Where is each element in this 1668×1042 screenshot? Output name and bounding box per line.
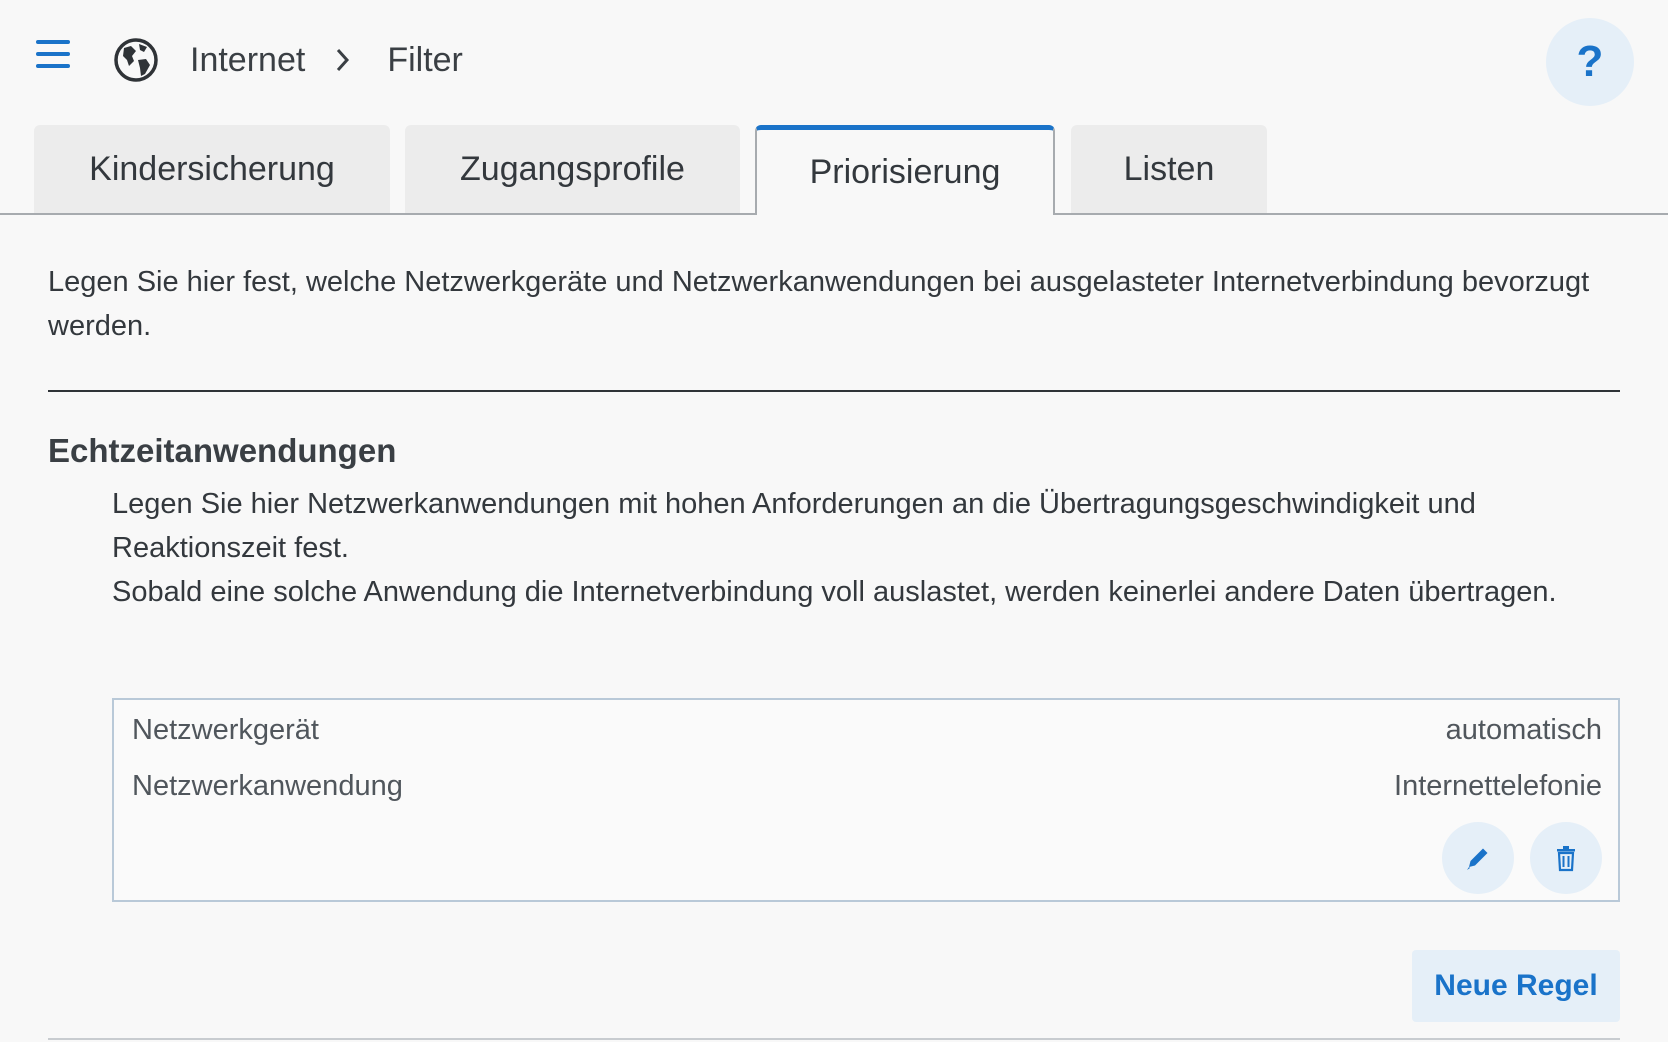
breadcrumb-item-filter: Filter <box>387 40 463 79</box>
pencil-icon <box>1467 848 1488 870</box>
page: Internet Filter ? Kindersicherung Zugang… <box>0 0 1668 1042</box>
tab-listen[interactable]: Listen <box>1071 125 1267 213</box>
rule-card: Netzwerkgerät automatisch Netzwerkanwend… <box>112 698 1620 902</box>
breadcrumb-item-internet[interactable]: Internet <box>190 41 305 80</box>
section-title: Echtzeitanwendungen <box>48 432 397 469</box>
intro-text: Legen Sie hier fest, welche Netzwerkgerä… <box>48 266 1590 342</box>
tab-bar: Kindersicherung Zugangsprofile Priorisie… <box>0 125 1668 215</box>
rule-row-label: Netzwerkgerät <box>132 713 319 746</box>
tab-zugangsprofile[interactable]: Zugangsprofile <box>405 125 740 213</box>
section-description-line: Legen Sie hier Netzwerkanwendungen mit h… <box>112 488 1476 564</box>
edit-button[interactable] <box>1442 822 1514 894</box>
section-description: Legen Sie hier Netzwerkanwendungen mit h… <box>112 482 1642 614</box>
globe-icon <box>114 38 158 82</box>
tab-kindersicherung[interactable]: Kindersicherung <box>34 125 390 213</box>
section-description-line: Sobald eine solche Anwendung die Interne… <box>112 576 1557 608</box>
new-rule-button[interactable]: Neue Regel <box>1412 950 1620 1022</box>
tab-priorisierung[interactable]: Priorisierung <box>755 125 1055 215</box>
help-button[interactable]: ? <box>1546 18 1634 106</box>
menu-icon[interactable] <box>36 40 72 70</box>
rule-row-application: Netzwerkanwendung Internettelefonie <box>132 766 1602 806</box>
chevron-right-icon <box>333 38 357 82</box>
rule-row-value: Internettelefonie <box>1394 769 1602 802</box>
trash-icon <box>1557 846 1575 872</box>
rule-row-device: Netzwerkgerät automatisch <box>132 710 1602 750</box>
delete-button[interactable] <box>1530 822 1602 894</box>
divider <box>48 390 1620 392</box>
rule-row-value: automatisch <box>1445 713 1602 746</box>
divider <box>48 1038 1620 1040</box>
rule-row-label: Netzwerkanwendung <box>132 769 403 802</box>
breadcrumb: Internet Filter <box>190 38 463 82</box>
